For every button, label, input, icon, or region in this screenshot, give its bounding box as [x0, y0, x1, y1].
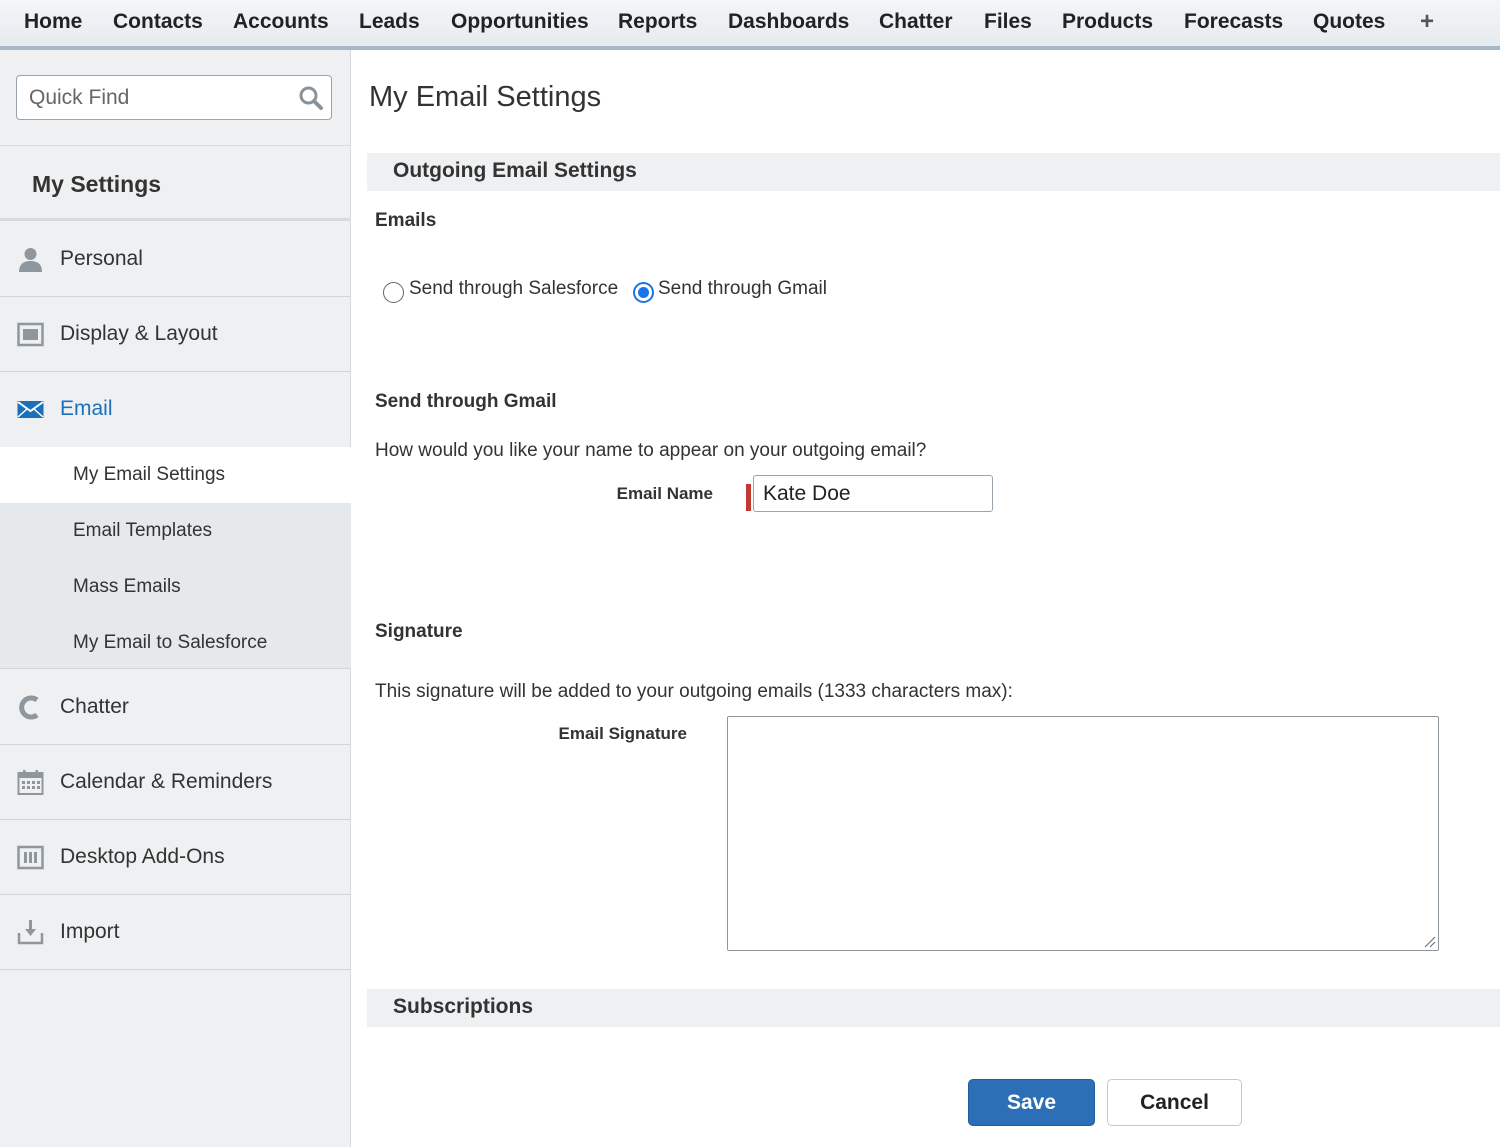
quick-find [16, 75, 332, 120]
sidebar-item-label: Desktop Add-Ons [60, 845, 225, 868]
page-title: My Email Settings [369, 81, 602, 113]
tab-accounts[interactable]: Accounts [233, 10, 329, 34]
cancel-button[interactable]: Cancel [1107, 1079, 1242, 1126]
quick-find-input[interactable] [29, 85, 289, 111]
sidebar-item-import[interactable]: Import [0, 895, 351, 970]
desktop-addons-icon [17, 845, 44, 870]
top-navigation: Home Contacts Accounts Leads Opportuniti… [0, 0, 1500, 50]
sidebar-item-personal[interactable]: Personal [0, 222, 351, 297]
outgoing-email-section-header: Outgoing Email Settings [367, 153, 1500, 191]
sidebar-item-label: Chatter [60, 695, 129, 718]
required-indicator [746, 484, 751, 511]
sidebar-item-label: Display & Layout [60, 322, 218, 345]
sidebar-subitem-mass-emails[interactable]: Mass Emails [0, 559, 351, 615]
sidebar-item-desktop-addons[interactable]: Desktop Add-Ons [0, 820, 351, 895]
subitem-label: Email Templates [73, 520, 213, 541]
email-name-label: Email Name [616, 484, 713, 503]
sidebar-item-label: Email [60, 397, 113, 420]
signature-heading: Signature [375, 621, 463, 642]
tab-reports[interactable]: Reports [618, 10, 697, 34]
sidebar-item-chatter[interactable]: Chatter [0, 670, 351, 745]
chatter-icon [19, 695, 39, 720]
save-button[interactable]: Save [968, 1079, 1095, 1126]
sidebar-subitem-email-templates[interactable]: Email Templates [0, 503, 351, 559]
add-tab-icon[interactable]: + [1420, 8, 1434, 36]
email-signature-textarea[interactable] [727, 716, 1439, 951]
tab-home[interactable]: Home [24, 10, 82, 34]
tab-files[interactable]: Files [984, 10, 1032, 34]
tab-dashboards[interactable]: Dashboards [728, 10, 849, 34]
sidebar-item-email[interactable]: Email [0, 372, 351, 447]
sidebar-item-display-layout[interactable]: Display & Layout [0, 297, 351, 372]
my-settings-heading: My Settings [0, 145, 351, 221]
send-through-salesforce-label[interactable]: Send through Salesforce [409, 278, 618, 300]
tab-chatter[interactable]: Chatter [879, 10, 953, 34]
import-icon [17, 920, 44, 945]
send-through-salesforce-radio[interactable] [383, 282, 404, 303]
tab-quotes[interactable]: Quotes [1313, 10, 1385, 34]
calendar-icon [17, 770, 44, 795]
emails-heading: Emails [375, 210, 437, 231]
tab-leads[interactable]: Leads [359, 10, 420, 34]
tab-contacts[interactable]: Contacts [113, 10, 203, 34]
sidebar-item-label: Calendar & Reminders [60, 770, 273, 793]
section-title: Outgoing Email Settings [393, 159, 637, 182]
resize-handle-icon[interactable] [1423, 935, 1436, 948]
person-icon [19, 248, 42, 272]
tab-products[interactable]: Products [1062, 10, 1153, 34]
send-through-gmail-label[interactable]: Send through Gmail [658, 278, 827, 300]
subscriptions-section-header: Subscriptions [367, 989, 1500, 1027]
sidebar-item-calendar-reminders[interactable]: Calendar & Reminders [0, 745, 351, 820]
section-title: Subscriptions [393, 995, 534, 1018]
tab-forecasts[interactable]: Forecasts [1184, 10, 1283, 34]
sidebar-subitem-my-email-settings[interactable]: My Email Settings [0, 447, 351, 503]
sidebar-item-label: Import [60, 920, 120, 943]
tab-opportunities[interactable]: Opportunities [451, 10, 589, 34]
subitem-label: My Email Settings [73, 464, 226, 485]
email-signature-label: Email Signature [558, 724, 687, 743]
subitem-label: Mass Emails [73, 576, 181, 597]
gmail-heading: Send through Gmail [375, 391, 557, 412]
email-name-input[interactable] [753, 475, 993, 512]
layout-icon [17, 322, 44, 347]
sidebar: My Settings Personal Display & Layout Em… [0, 50, 351, 1147]
name-question: How would you like your name to appear o… [375, 440, 927, 461]
envelope-icon [17, 401, 44, 418]
sidebar-subitem-email-to-salesforce[interactable]: My Email to Salesforce [0, 615, 351, 669]
signature-note: This signature will be added to your out… [375, 681, 1013, 702]
search-icon[interactable] [298, 85, 324, 111]
send-through-gmail-radio[interactable] [633, 282, 654, 303]
my-settings-title: My Settings [32, 171, 162, 197]
sidebar-item-label: Personal [60, 247, 143, 270]
subitem-label: My Email to Salesforce [73, 632, 268, 653]
